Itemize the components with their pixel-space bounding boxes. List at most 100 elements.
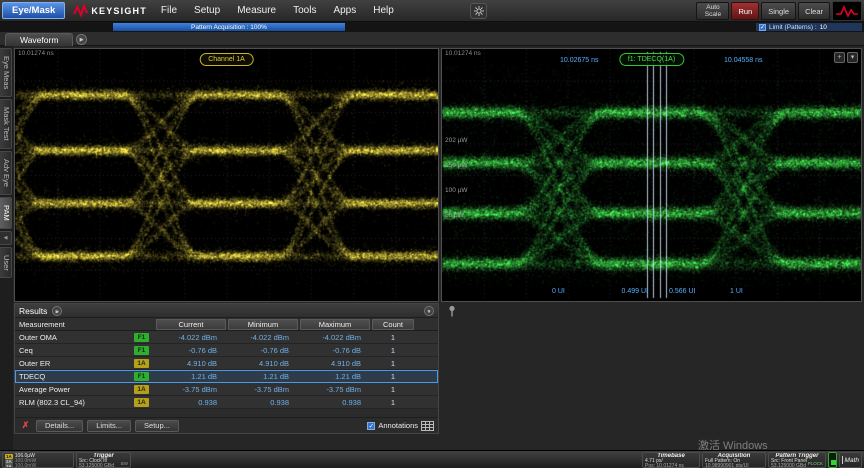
menu-items: File Setup Measure Tools Apps Help <box>161 5 394 16</box>
results-title: Results <box>19 306 47 316</box>
sidebar-collapse-button[interactable]: ◀ <box>0 231 12 245</box>
channel-status-panel[interactable]: 1A 106.0µW 2A 100.0mW 3A 100.0mW <box>2 452 74 468</box>
pattern-acquisition-progressbar: Pattern Acquisition : 100% <box>113 23 345 31</box>
keysight-logo: KEYSIGHT <box>73 4 147 17</box>
right-eye-panel: 10.01274 ns 10.02675 ns f1: TDECQ(1A) 10… <box>441 48 862 302</box>
col-current: Current <box>156 319 226 330</box>
level-label-3: 58 µW <box>445 212 464 219</box>
left-eye-canvas[interactable] <box>15 49 438 301</box>
table-row-rlm[interactable]: RLM (802.3 CL_94) 1A 0.938 0.938 0.938 1 <box>15 396 438 409</box>
menu-setup[interactable]: Setup <box>194 5 220 16</box>
run-button[interactable]: Run <box>731 2 759 20</box>
pattern-lock-indicator: PLOCK <box>808 461 823 466</box>
pattern-trigger-status-panel[interactable]: Pattern Trigger Src: Front Panel 53.1250… <box>768 452 826 468</box>
sidebar-item-pam[interactable]: PAM <box>0 197 12 229</box>
channel-row-3[interactable]: 3A 100.0mW <box>5 464 71 468</box>
trigger-bw-label: BW <box>121 461 128 466</box>
menu-tools[interactable]: Tools <box>293 5 316 16</box>
table-row-tdecq[interactable]: TDECQ F1 1.21 dB 1.21 dB 1.21 dB 1 <box>15 370 438 383</box>
menu-apps[interactable]: Apps <box>333 5 356 16</box>
source-badge: F1 <box>134 346 149 355</box>
trigger-status-panel[interactable]: Trigger Src: Clock In 53.125000 GBd BW <box>76 452 131 468</box>
right-eye-canvas[interactable] <box>442 49 861 301</box>
trigger-armed-led <box>828 452 837 468</box>
table-row-outer-oma[interactable]: Outer OMA F1 -4.022 dBm -4.022 dBm -4.02… <box>15 331 438 344</box>
waveform-icon <box>835 4 859 18</box>
table-row-ceq[interactable]: Ceq F1 -0.76 dB -0.76 dB -0.76 dB 1 <box>15 344 438 357</box>
channel-badge: 3A <box>5 464 13 468</box>
left-eye-panel: 10.01274 ns Channel 1A <box>14 48 439 302</box>
results-collapse-button[interactable]: ▼ <box>424 306 434 316</box>
menu-help[interactable]: Help <box>373 5 394 16</box>
limit-value[interactable]: 10 <box>820 24 827 31</box>
results-panel: Results ▶ ▼ Measurement Current Minimum … <box>14 303 439 434</box>
limit-patterns-panel[interactable]: ✓ Limit (Patterns) : 10 <box>756 23 862 31</box>
col-count: Count <box>372 319 414 330</box>
run-controls: Auto Scale Run Single Clear <box>696 1 862 21</box>
grid-view-icon[interactable] <box>421 421 434 431</box>
source-badge: 1A <box>134 398 149 407</box>
limit-checkbox[interactable]: ✓ <box>759 24 766 31</box>
graph-tools: + ▾ <box>834 52 858 63</box>
limits-button[interactable]: Limits... <box>87 420 131 432</box>
settings-gear-button[interactable] <box>470 3 487 19</box>
results-table-header: Measurement Current Minimum Maximum Coun… <box>15 318 438 331</box>
col-measurement: Measurement <box>15 320 155 329</box>
pin-icon[interactable] <box>447 305 457 317</box>
delete-measurement-button[interactable]: ✗ <box>19 420 32 431</box>
menu-file[interactable]: File <box>161 5 177 16</box>
mode-button[interactable]: Eye/Mask <box>2 2 65 19</box>
source-badge: 1A <box>134 385 149 394</box>
results-header: Results ▶ ▼ <box>15 304 438 318</box>
scope-signal-icon[interactable] <box>832 1 862 21</box>
led-dot <box>831 460 836 465</box>
level-label-1: 150 µW <box>445 162 468 169</box>
tab-waveform[interactable]: Waveform <box>5 33 73 46</box>
left-sidebar: Eye Meas Mask Test Adv Eye PAM ◀ User <box>0 46 13 450</box>
single-button[interactable]: Single <box>761 2 796 20</box>
math-grid-icon <box>842 456 843 464</box>
cursor-time-right: 10.04558 ns <box>724 57 763 64</box>
source-badge: F1 <box>134 333 149 342</box>
sidebar-item-mask-test[interactable]: Mask Test <box>0 99 12 149</box>
setup-button[interactable]: Setup... <box>135 420 179 432</box>
waveform-play-button[interactable]: ▶ <box>76 34 87 45</box>
left-pos-readout: 10.01274 ns <box>18 50 54 57</box>
math-button[interactable]: Math <box>839 452 862 468</box>
annotations-control[interactable]: ✓ Annotations <box>367 421 434 431</box>
menu-bar: Eye/Mask KEYSIGHT File Setup Measure Too… <box>0 0 864 22</box>
ui-label-1: 0.499 UI <box>612 288 648 295</box>
acquisition-row: Pattern Acquisition : 100% ✓ Limit (Patt… <box>0 22 864 32</box>
level-label-0: 202 µW <box>445 137 468 144</box>
cursor-time-left: 10.02675 ns <box>560 57 599 64</box>
table-row-average-power[interactable]: Average Power 1A -3.75 dBm -3.75 dBm -3.… <box>15 383 438 396</box>
channel-1a-label[interactable]: Channel 1A <box>199 53 254 66</box>
sidebar-item-eye-meas[interactable]: Eye Meas <box>0 48 12 97</box>
ui-label-3: 1 UI <box>730 288 743 295</box>
col-minimum: Minimum <box>228 319 298 330</box>
chevron-down-icon[interactable]: ▾ <box>847 52 858 63</box>
annotations-label: Annotations <box>378 421 418 430</box>
source-badge: 1A <box>134 359 149 368</box>
timebase-status-panel[interactable]: Timebase 4.71 ps/ Pos: 10.01274 ns <box>642 452 700 468</box>
menu-measure[interactable]: Measure <box>237 5 276 16</box>
source-badge: F1 <box>134 372 149 381</box>
ui-label-0: 0 UI <box>552 288 565 295</box>
results-toolbar: ✗ Details... Limits... Setup... ✓ Annota… <box>15 417 438 433</box>
col-maximum: Maximum <box>300 319 370 330</box>
status-bar: 1A 106.0µW 2A 100.0mW 3A 100.0mW Trigger… <box>0 450 864 468</box>
annotations-checkbox[interactable]: ✓ <box>367 422 375 430</box>
sidebar-item-adv-eye[interactable]: Adv Eye <box>0 151 12 195</box>
ui-label-2: 0.566 UI <box>669 288 695 295</box>
acquisition-status-panel[interactable]: Acquisition Full Pattern: On 10.98990901… <box>702 452 766 468</box>
results-play-button[interactable]: ▶ <box>52 306 62 316</box>
waveform-tab-row: Waveform ▶ <box>0 32 864 46</box>
autoscale-button[interactable]: Auto Scale <box>696 2 729 20</box>
marker-tool-icon[interactable]: + <box>834 52 845 63</box>
tdecq-function-label[interactable]: f1: TDECQ(1A) <box>619 53 684 66</box>
clear-button[interactable]: Clear <box>798 2 830 20</box>
table-row-outer-er[interactable]: Outer ER 1A 4.910 dB 4.910 dB 4.910 dB 1 <box>15 357 438 370</box>
sidebar-item-user[interactable]: User <box>0 247 12 279</box>
details-button[interactable]: Details... <box>36 420 83 432</box>
flexdca-app: Eye/Mask KEYSIGHT File Setup Measure Too… <box>0 0 864 468</box>
